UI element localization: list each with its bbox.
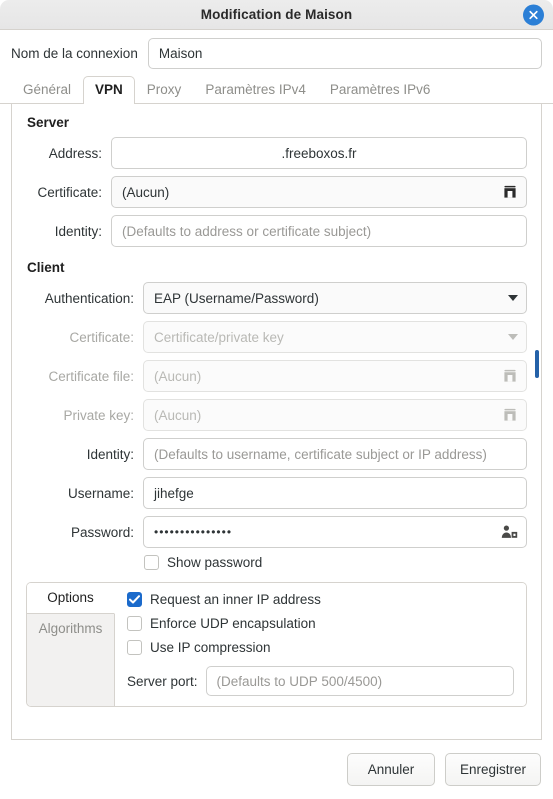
show-password-row[interactable]: Show password bbox=[144, 555, 527, 570]
server-port-row: Server port: (Defaults to UDP 500/4500) bbox=[127, 666, 514, 696]
client-identity-label: Identity: bbox=[86, 446, 134, 462]
client-certificate-dropdown: Certificate/private key bbox=[143, 321, 527, 353]
client-identity-row: Identity: (Defaults to username, certifi… bbox=[26, 438, 527, 470]
file-picker-glyph bbox=[504, 185, 516, 198]
checkmark-icon bbox=[129, 595, 140, 604]
file-picker-glyph bbox=[504, 369, 516, 382]
client-private-key-label: Private key: bbox=[63, 407, 134, 423]
vpn-settings-panel: Server Address: .freeboxos.fr Certificat… bbox=[11, 104, 542, 740]
client-certificate-file-row: Certificate file: (Aucun) bbox=[26, 360, 527, 392]
scrollbar-thumb[interactable] bbox=[535, 350, 539, 378]
password-store-glyph bbox=[501, 525, 518, 538]
server-port-field[interactable]: (Defaults to UDP 500/4500) bbox=[205, 666, 514, 696]
server-identity-row: Identity: (Defaults to address or certif… bbox=[26, 215, 527, 247]
option-ip-compression-row[interactable]: Use IP compression bbox=[127, 640, 514, 655]
file-picker-icon bbox=[502, 368, 518, 384]
tab-bar: Général VPN Proxy Paramètres IPv4 Paramè… bbox=[0, 76, 553, 104]
window-title: Modification de Maison bbox=[200, 7, 353, 22]
client-identity-field[interactable]: (Defaults to username, certificate subje… bbox=[143, 438, 527, 470]
server-certificate-field[interactable]: (Aucun) bbox=[111, 176, 527, 208]
server-certificate-row: Certificate: (Aucun) bbox=[26, 176, 527, 208]
client-authentication-dropdown[interactable]: EAP (Username/Password) bbox=[143, 282, 527, 314]
tab-general[interactable]: Général bbox=[11, 76, 83, 104]
options-panel: Request an inner IP address Enforce UDP … bbox=[115, 583, 526, 706]
client-password-row: Password: ••••••••••••••• bbox=[26, 516, 527, 548]
option-request-inner-ip-row[interactable]: Request an inner IP address bbox=[127, 592, 514, 607]
close-glyph bbox=[529, 10, 538, 19]
client-certificate-value: Certificate/private key bbox=[154, 329, 284, 345]
server-address-row: Address: .freeboxos.fr bbox=[26, 137, 527, 169]
client-authentication-label: Authentication: bbox=[44, 290, 134, 306]
client-certificate-file-label: Certificate file: bbox=[48, 368, 134, 384]
client-password-label: Password: bbox=[70, 524, 134, 540]
connection-name-label: Nom de la connexion bbox=[11, 46, 138, 61]
tab-ipv6-settings[interactable]: Paramètres IPv6 bbox=[318, 76, 443, 104]
client-authentication-value: EAP (Username/Password) bbox=[154, 290, 319, 306]
dialog-footer: Annuler Enregistrer bbox=[0, 740, 553, 799]
client-identity-placeholder: (Defaults to username, certificate subje… bbox=[154, 446, 487, 462]
client-certificate-label: Certificate: bbox=[69, 329, 134, 345]
client-password-field[interactable]: ••••••••••••••• bbox=[143, 516, 527, 548]
server-certificate-value: (Aucun) bbox=[122, 184, 170, 200]
server-address-label: Address: bbox=[48, 145, 102, 161]
options-vertical-tabs: Options Algorithms bbox=[27, 583, 115, 706]
client-username-label: Username: bbox=[67, 485, 134, 501]
show-password-label[interactable]: Show password bbox=[167, 555, 262, 570]
close-icon[interactable] bbox=[523, 4, 544, 25]
enforce-udp-checkbox[interactable] bbox=[127, 616, 142, 631]
ip-compression-checkbox[interactable] bbox=[127, 640, 142, 655]
save-button[interactable]: Enregistrer bbox=[444, 753, 541, 786]
client-username-row: Username: jihefge bbox=[26, 477, 527, 509]
vertical-scrollbar[interactable] bbox=[535, 106, 539, 737]
server-address-field[interactable]: .freeboxos.fr bbox=[111, 137, 527, 169]
file-picker-icon bbox=[502, 407, 518, 423]
client-certificate-file-field: (Aucun) bbox=[143, 360, 527, 392]
client-section-title: Client bbox=[27, 260, 65, 275]
file-picker-glyph bbox=[504, 408, 516, 421]
server-identity-label: Identity: bbox=[54, 223, 102, 239]
client-private-key-value: (Aucun) bbox=[154, 407, 202, 423]
client-certificate-file-value: (Aucun) bbox=[154, 368, 202, 384]
request-inner-ip-label[interactable]: Request an inner IP address bbox=[150, 592, 321, 607]
vtabs-spacer bbox=[27, 645, 114, 706]
chevron-down-icon[interactable] bbox=[508, 295, 518, 301]
vtab-algorithms[interactable]: Algorithms bbox=[27, 614, 114, 645]
file-picker-icon[interactable] bbox=[502, 184, 518, 200]
enforce-udp-label[interactable]: Enforce UDP encapsulation bbox=[150, 616, 316, 631]
chevron-down-icon bbox=[508, 334, 518, 340]
tab-ipv4-settings[interactable]: Paramètres IPv4 bbox=[193, 76, 318, 104]
cancel-button[interactable]: Annuler bbox=[346, 753, 435, 786]
option-enforce-udp-row[interactable]: Enforce UDP encapsulation bbox=[127, 616, 514, 631]
vpn-connection-editor-window: Modification de Maison Nom de la connexi… bbox=[0, 0, 553, 799]
tab-vpn[interactable]: VPN bbox=[83, 76, 135, 104]
client-username-field[interactable]: jihefge bbox=[143, 477, 527, 509]
connection-name-input[interactable] bbox=[147, 38, 542, 69]
vtab-options[interactable]: Options bbox=[27, 583, 115, 614]
client-password-value: ••••••••••••••• bbox=[154, 525, 233, 539]
request-inner-ip-checkbox[interactable] bbox=[127, 592, 142, 607]
server-port-placeholder: (Defaults to UDP 500/4500) bbox=[216, 673, 383, 689]
server-certificate-label: Certificate: bbox=[37, 184, 102, 200]
connection-name-row: Nom de la connexion bbox=[0, 30, 553, 76]
server-port-label: Server port: bbox=[127, 673, 198, 689]
server-section-title: Server bbox=[27, 115, 70, 130]
client-authentication-row: Authentication: EAP (Username/Password) bbox=[26, 282, 527, 314]
titlebar: Modification de Maison bbox=[0, 0, 553, 30]
server-identity-placeholder: (Defaults to address or certificate subj… bbox=[122, 223, 372, 239]
options-notebook: Options Algorithms Request an inner IP a… bbox=[26, 582, 527, 707]
client-private-key-field: (Aucun) bbox=[143, 399, 527, 431]
show-password-checkbox[interactable] bbox=[144, 555, 159, 570]
client-username-value: jihefge bbox=[154, 485, 194, 501]
server-identity-field[interactable]: (Defaults to address or certificate subj… bbox=[111, 215, 527, 247]
ip-compression-label[interactable]: Use IP compression bbox=[150, 640, 271, 655]
client-certificate-row: Certificate: Certificate/private key bbox=[26, 321, 527, 353]
server-address-value: .freeboxos.fr bbox=[281, 145, 357, 161]
tab-proxy[interactable]: Proxy bbox=[135, 76, 194, 104]
password-store-icon[interactable] bbox=[501, 525, 518, 540]
client-private-key-row: Private key: (Aucun) bbox=[26, 399, 527, 431]
